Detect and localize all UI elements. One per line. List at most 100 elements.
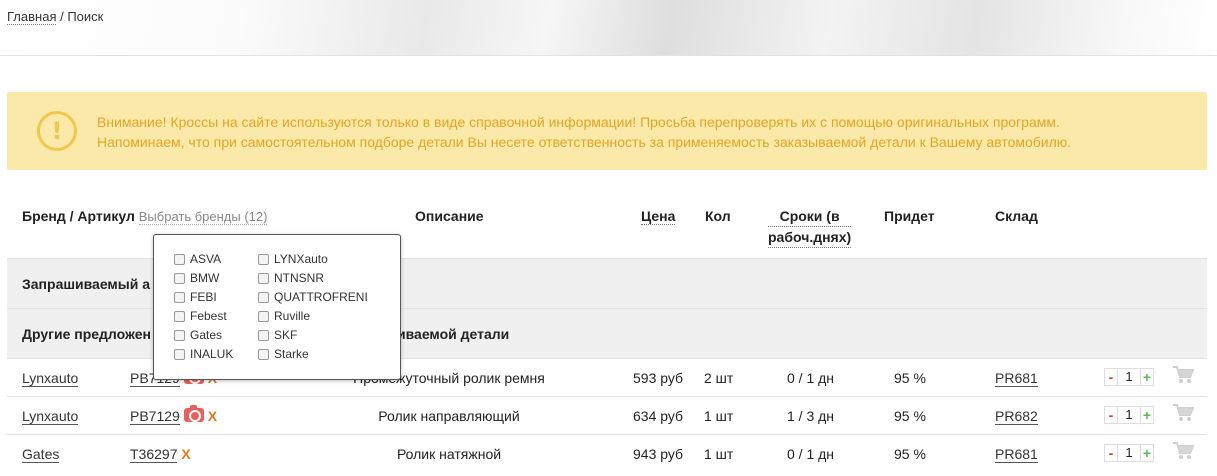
decrement-button[interactable]: - — [1104, 368, 1118, 386]
header-warehouse: Склад — [995, 208, 1038, 224]
qty-cell: 1 шт — [704, 408, 734, 424]
camera-icon[interactable] — [183, 405, 204, 422]
section-requested-label: Запрашиваемый а — [22, 276, 151, 292]
price-cell: 634 руб — [633, 408, 684, 424]
remove-cross-icon[interactable]: X — [181, 446, 190, 462]
checkbox[interactable] — [258, 272, 269, 284]
checkbox[interactable] — [174, 310, 185, 322]
cart-icon[interactable] — [1172, 403, 1194, 423]
brand-checkbox-item[interactable]: QUATTROFRENI — [258, 290, 368, 304]
header-terms-line2: рабоч.днях) — [768, 227, 852, 248]
page-header-banner: Главная / Поиск — [0, 0, 1217, 56]
brand-link[interactable]: Lynxauto — [22, 408, 79, 425]
notice-line-2: Напоминаем, что при самостоятельном подб… — [97, 134, 1072, 150]
qty-cell: 2 шт — [704, 370, 734, 386]
brand-filter-toggle[interactable]: Выбрать бренды (12) — [138, 209, 268, 225]
warehouse-link[interactable]: PR681 — [995, 370, 1038, 387]
header-terms[interactable]: Сроки (в рабоч.днях) — [768, 206, 852, 248]
brand-option-label: QUATTROFRENI — [274, 290, 368, 304]
article-cell: PB7129 X — [130, 405, 217, 425]
brand-option-label: Starke — [274, 347, 309, 361]
notice-text: Внимание! Кроссы на сайте используются т… — [97, 112, 1071, 152]
brand-checkbox-item[interactable]: Starke — [258, 347, 309, 361]
decrement-button[interactable]: - — [1104, 444, 1118, 462]
brand-checkbox-item[interactable]: INALUK — [174, 347, 233, 361]
qty-cell: 1 шт — [704, 446, 734, 462]
header-brand-label: Бренд / Артикул — [22, 208, 135, 224]
checkbox[interactable] — [174, 253, 185, 265]
arrival-cell: 95 % — [894, 408, 926, 424]
checkbox[interactable] — [258, 253, 269, 265]
warehouse-link[interactable]: PR681 — [995, 446, 1038, 463]
checkbox[interactable] — [258, 310, 269, 322]
brand-option-label: ASVA — [190, 252, 222, 266]
table-row: Gates T36297 X Ролик натяжной 943 руб 1 … — [7, 434, 1207, 472]
header-price-sort[interactable]: Цена — [641, 208, 676, 225]
brand-option-label: LYNXauto — [274, 252, 328, 266]
header-description: Описание — [415, 208, 484, 224]
warehouse-link[interactable]: PR682 — [995, 408, 1038, 425]
decrement-button[interactable]: - — [1104, 406, 1118, 424]
brand-option-label: BMW — [190, 271, 220, 285]
brand-checkbox-item[interactable]: NTNSNR — [258, 271, 324, 285]
article-link[interactable]: PB7129 — [130, 408, 180, 425]
description-cell: Ролик направляющий — [378, 408, 520, 424]
terms-cell: 0 / 1 дн — [787, 370, 835, 386]
brand-checkbox-item[interactable]: LYNXauto — [258, 252, 328, 266]
quantity-input[interactable]: 1 — [1118, 444, 1140, 462]
brand-checkbox-item[interactable]: Gates — [174, 328, 222, 342]
brand-option-label: FEBI — [190, 290, 217, 304]
quantity-stepper: - 1 + — [1104, 368, 1154, 386]
brand-option-label: Ruville — [274, 309, 311, 323]
breadcrumb: Главная / Поиск — [7, 9, 104, 25]
checkbox[interactable] — [174, 329, 185, 341]
table-row: Lynxauto PB7129 X Ролик направляющий 634… — [7, 396, 1207, 434]
remove-cross-icon[interactable]: X — [208, 408, 217, 424]
cart-icon[interactable] — [1172, 365, 1194, 385]
brand-link[interactable]: Gates — [22, 446, 60, 463]
price-cell: 593 руб — [633, 370, 684, 386]
breadcrumb-current: Поиск — [67, 9, 104, 24]
header-arrival: Придет — [884, 208, 935, 224]
brand-option-label: SKF — [274, 328, 298, 342]
brand-checkbox-item[interactable]: BMW — [174, 271, 219, 285]
checkbox[interactable] — [174, 291, 185, 303]
article-cell: T36297 X — [130, 446, 191, 463]
header-brand-article: Бренд / Артикул Выбрать бренды (12) — [22, 208, 268, 225]
article-link[interactable]: T36297 — [130, 446, 178, 463]
header-terms-line1: Сроки (в — [768, 206, 852, 227]
exclamation-circle-icon: ! — [37, 111, 77, 151]
brand-checkbox-item[interactable]: FEBI — [174, 290, 217, 304]
quantity-stepper: - 1 + — [1104, 444, 1154, 462]
brand-option-label: Gates — [190, 328, 223, 342]
brand-link[interactable]: Lynxauto — [22, 370, 79, 387]
section-other-offers-label: Другие предложен — [22, 326, 151, 342]
warning-notice: ! Внимание! Кроссы на сайте используются… — [7, 92, 1207, 170]
brand-checkbox-item[interactable]: SKF — [258, 328, 297, 342]
arrival-cell: 95 % — [894, 370, 926, 386]
quantity-input[interactable]: 1 — [1118, 368, 1140, 386]
checkbox[interactable] — [174, 272, 185, 284]
checkbox[interactable] — [258, 291, 269, 303]
breadcrumb-home-link[interactable]: Главная — [7, 9, 57, 25]
brand-checkbox-item[interactable]: Febest — [174, 309, 227, 323]
checkbox[interactable] — [258, 329, 269, 341]
checkbox[interactable] — [174, 348, 185, 360]
description-cell: Ролик натяжной — [396, 446, 502, 462]
notice-line-1: Внимание! Кроссы на сайте используются т… — [97, 114, 1060, 130]
quantity-input[interactable]: 1 — [1118, 406, 1140, 424]
brand-checkbox-item[interactable]: ASVA — [174, 252, 221, 266]
checkbox[interactable] — [258, 348, 269, 360]
brand-checkbox-item[interactable]: Ruville — [258, 309, 310, 323]
increment-button[interactable]: + — [1140, 406, 1154, 424]
cart-icon[interactable] — [1172, 441, 1194, 461]
brand-option-label: INALUK — [190, 347, 234, 361]
section-other-offers-label-tail: иваемой детали — [397, 326, 510, 342]
terms-cell: 0 / 1 дн — [787, 446, 835, 462]
increment-button[interactable]: + — [1140, 368, 1154, 386]
terms-cell: 1 / 3 дн — [787, 408, 835, 424]
brand-option-label: NTNSNR — [274, 271, 324, 285]
increment-button[interactable]: + — [1140, 444, 1154, 462]
breadcrumb-separator: / — [56, 9, 68, 24]
brand-option-label: Febest — [190, 309, 227, 323]
